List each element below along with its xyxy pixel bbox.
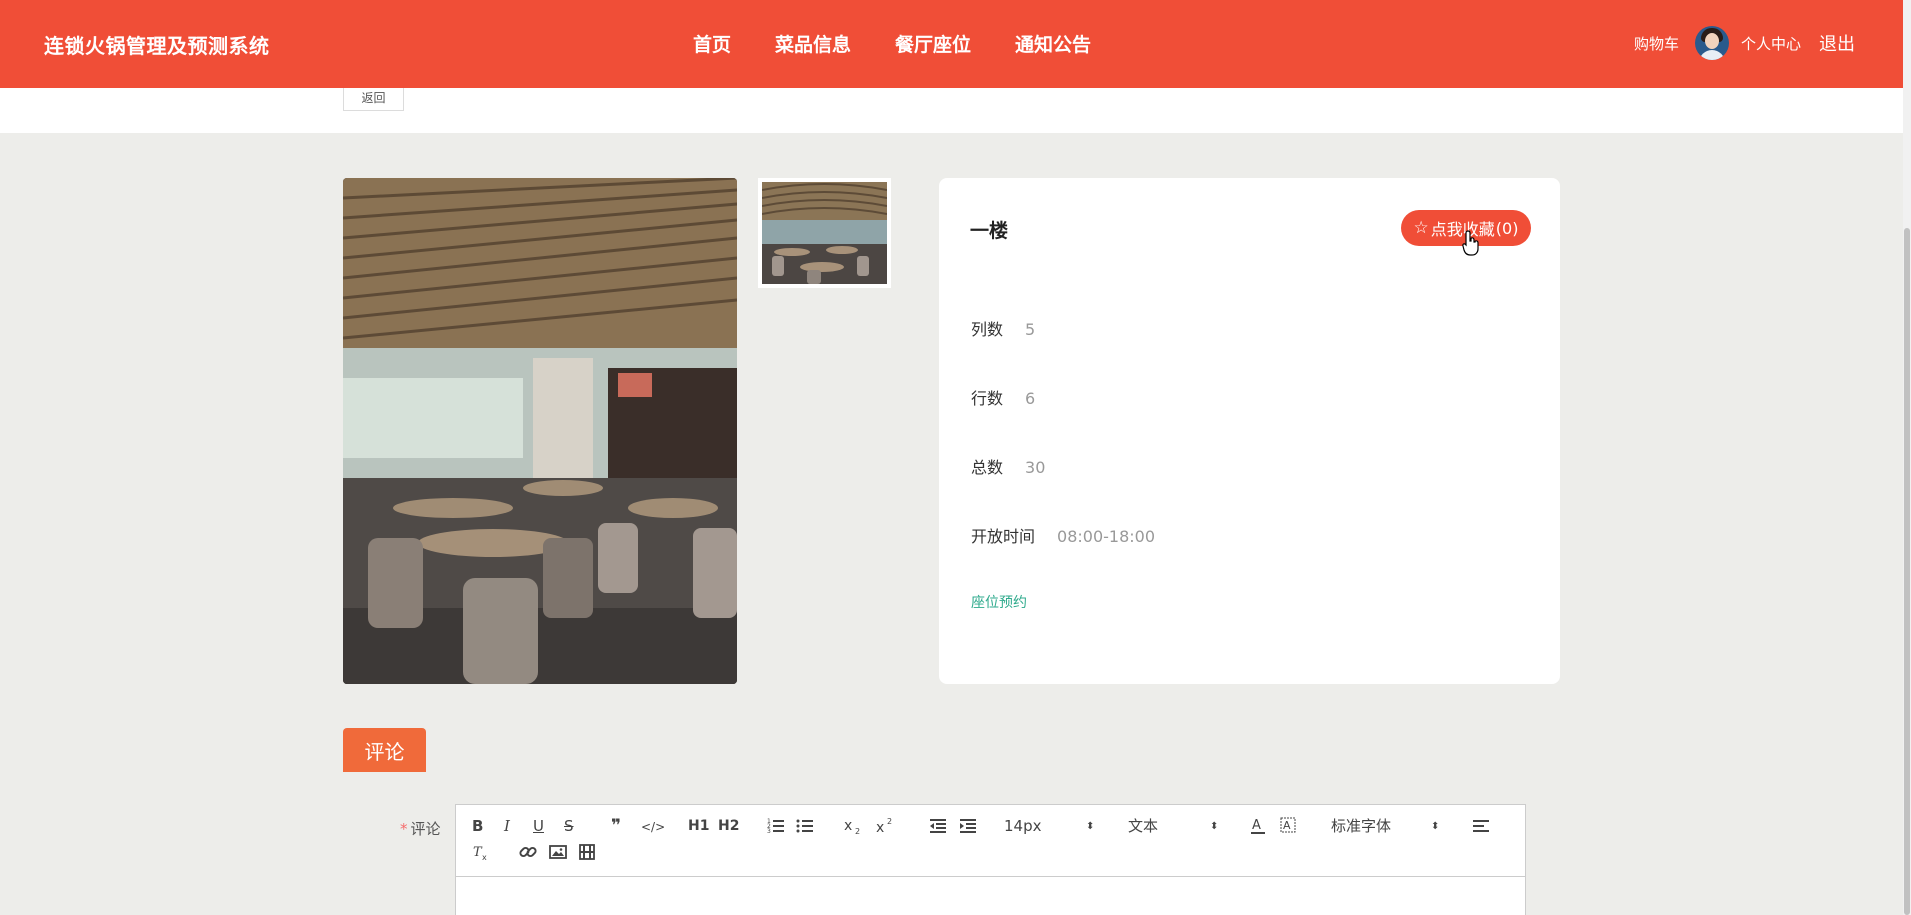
code-button[interactable]: </> <box>641 818 665 836</box>
bold-button[interactable]: B <box>472 817 483 835</box>
editor-toolbar: B I U S ❞ </> H1 H2 1 2 3 x 2 x 2 14px ⬍… <box>456 805 1525 877</box>
field-label: 开放时间 <box>971 527 1036 546</box>
star-icon: ☆ <box>1413 218 1429 238</box>
strike-button[interactable]: S <box>564 817 574 835</box>
cart-link[interactable]: 购物车 <box>1634 33 1679 54</box>
font-family-select[interactable]: 标准字体 ⬍ <box>1331 817 1441 835</box>
h1-button[interactable]: H1 <box>688 817 709 835</box>
svg-text:2: 2 <box>887 817 892 826</box>
seat-thumbnail[interactable] <box>758 178 891 288</box>
field-total: 总数 30 <box>971 454 1045 478</box>
font-color-icon[interactable]: A <box>1249 816 1267 836</box>
required-mark: * <box>400 820 408 838</box>
field-label: 行数 <box>971 389 1004 408</box>
profile-link[interactable]: 个人中心 <box>1741 33 1801 54</box>
video-icon[interactable] <box>578 843 596 861</box>
field-value: 5 <box>1025 320 1036 339</box>
logout-link[interactable]: 退出 <box>1819 30 1855 56</box>
italic-button[interactable]: I <box>504 817 510 835</box>
h2-button[interactable]: H2 <box>718 817 739 835</box>
favorite-count: (0) <box>1495 218 1519 238</box>
select-caret-icon: ⬍ <box>1086 821 1095 832</box>
text-type-select[interactable]: 文本 ⬍ <box>1128 817 1218 835</box>
superscript-icon[interactable]: x 2 <box>876 817 896 835</box>
comment-label-text: 评论 <box>410 820 441 838</box>
comment-editor[interactable]: B I U S ❞ </> H1 H2 1 2 3 x 2 x 2 14px ⬍… <box>455 804 1526 915</box>
main-nav: 首页 菜品信息 餐厅座位 通知公告 <box>693 30 1135 57</box>
field-columns: 列数 5 <box>971 316 1035 340</box>
field-value: 08:00-18:00 <box>1057 527 1156 546</box>
nav-item-home[interactable]: 首页 <box>693 30 731 57</box>
select-caret-icon: ⬍ <box>1431 821 1440 832</box>
align-left-icon[interactable] <box>1472 817 1490 835</box>
comment-field-label: * 评论 <box>400 818 441 839</box>
user-area: 购物车 个人中心 退出 <box>1634 26 1855 60</box>
background-color-icon[interactable]: A <box>1279 816 1297 836</box>
top-header: 连锁火锅管理及预测系统 首页 菜品信息 餐厅座位 通知公告 购物车 个人中心 退… <box>0 0 1903 88</box>
svg-text:2: 2 <box>855 827 860 835</box>
font-size-select[interactable]: 14px ⬍ <box>1004 817 1094 835</box>
subscript-icon[interactable]: x 2 <box>844 817 864 835</box>
field-label: 总数 <box>971 458 1004 477</box>
hand-cursor-icon <box>1462 230 1479 256</box>
bullet-list-icon[interactable] <box>796 817 814 835</box>
comment-tab[interactable]: 评论 <box>343 728 426 772</box>
breadcrumb-bar <box>0 88 1903 133</box>
svg-text:x: x <box>844 818 852 834</box>
seat-main-image <box>343 178 737 684</box>
field-rows: 行数 6 <box>971 385 1035 409</box>
svg-text:A: A <box>1252 818 1261 833</box>
reserve-seat-link[interactable]: 座位预约 <box>971 592 1027 612</box>
font-size-value: 14px <box>1004 817 1042 835</box>
nav-item-dishes[interactable]: 菜品信息 <box>775 30 851 57</box>
text-type-value: 文本 <box>1128 817 1159 835</box>
select-caret-icon: ⬍ <box>1210 821 1219 832</box>
svg-text:x: x <box>482 853 487 861</box>
nav-item-notices[interactable]: 通知公告 <box>1015 30 1091 57</box>
quote-button[interactable]: ❞ <box>611 817 621 835</box>
site-logo[interactable]: 连锁火锅管理及预测系统 <box>44 30 270 59</box>
field-label: 列数 <box>971 320 1004 339</box>
indent-icon[interactable] <box>959 817 977 835</box>
svg-text:3: 3 <box>767 828 771 835</box>
avatar[interactable] <box>1694 26 1729 60</box>
ordered-list-icon[interactable]: 1 2 3 <box>767 817 785 835</box>
image-icon[interactable] <box>549 843 567 861</box>
underline-button[interactable]: U <box>533 817 544 835</box>
field-open-hours: 开放时间 08:00-18:00 <box>971 523 1155 547</box>
field-value: 30 <box>1025 458 1046 477</box>
outdent-icon[interactable] <box>929 817 947 835</box>
clear-format-icon[interactable]: T x <box>472 843 490 861</box>
link-icon[interactable] <box>519 843 537 861</box>
svg-text:x: x <box>876 820 884 835</box>
svg-text:A: A <box>1283 819 1291 832</box>
field-value: 6 <box>1025 389 1036 408</box>
scrollbar-thumb[interactable] <box>1904 228 1910 915</box>
font-family-value: 标准字体 <box>1331 817 1392 835</box>
seat-title: 一楼 <box>970 220 1009 242</box>
nav-item-seats[interactable]: 餐厅座位 <box>895 30 971 57</box>
